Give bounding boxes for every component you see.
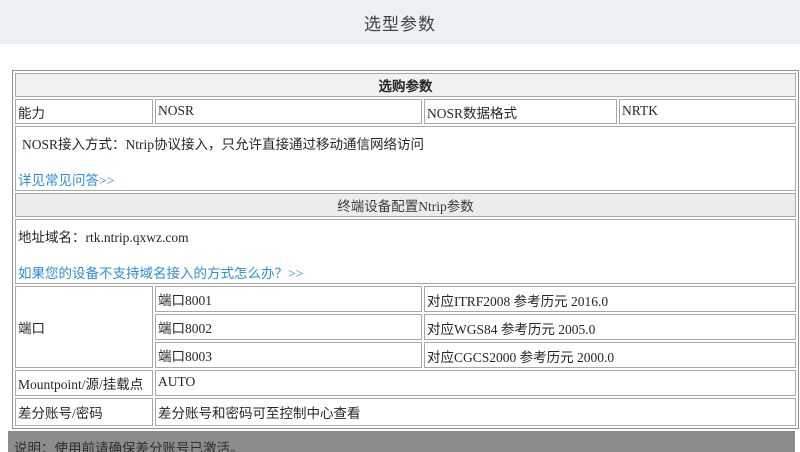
domain-help-link[interactable]: 如果您的设备不支持域名接入的方式怎么办？>> — [18, 266, 303, 281]
page-header-band: 选型参数 — [0, 0, 800, 44]
address-row: 地址域名：rtk.ntrip.qxwz.com 如果您的设备不支持域名接入的方式… — [15, 219, 796, 284]
capability-label-cell: 能力 — [15, 99, 153, 124]
port-8003-cell: 端口8003 — [155, 342, 422, 368]
section-header-row-purchase: 选购参数 — [15, 73, 796, 97]
nosr-access-row: NOSR接入方式：Ntrip协议接入，只允许直接通过移动通信网络访问 详见常见问… — [15, 126, 796, 191]
capability-row: 能力 NOSR NOSR数据格式 NRTK — [15, 99, 796, 124]
nosr-access-text: NOSR接入方式：Ntrip协议接入，只允许直接通过移动通信网络访问 — [18, 133, 793, 153]
page-title: 选型参数 — [364, 10, 436, 35]
account-value-cell: 差分账号和密码可至控制中心查看 — [155, 398, 796, 426]
nosr-access-cell: NOSR接入方式：Ntrip协议接入，只允许直接通过移动通信网络访问 详见常见问… — [15, 126, 796, 191]
activation-note: 说明：使用前请确保差分账号已激活。 — [8, 431, 795, 452]
address-cell: 地址域名：rtk.ntrip.qxwz.com 如果您的设备不支持域名接入的方式… — [15, 219, 796, 284]
faq-link[interactable]: 详见常见问答>> — [18, 173, 114, 188]
port-label-cell: 端口 — [15, 286, 153, 368]
mountpoint-row: Mountpoint/源/挂载点 AUTO — [15, 370, 796, 396]
section-header-row-ntrip: 终端设备配置Ntrip参数 — [15, 193, 796, 217]
port-8001-cell: 端口8001 — [155, 286, 422, 312]
nosr-cell: NOSR — [155, 99, 422, 124]
mountpoint-value-cell: AUTO — [155, 370, 796, 396]
mountpoint-label-cell: Mountpoint/源/挂载点 — [15, 370, 153, 396]
port-8002-desc-cell: 对应WGS84 参考历元 2005.0 — [424, 314, 796, 340]
account-label-cell: 差分账号/密码 — [15, 398, 153, 426]
port-8003-desc-cell: 对应CGCS2000 参考历元 2000.0 — [424, 342, 796, 368]
nosr-format-cell: NOSR数据格式 — [424, 99, 617, 124]
section-header-ntrip-params: 终端设备配置Ntrip参数 — [15, 193, 796, 217]
parameters-content: 选购参数 能力 NOSR NOSR数据格式 NRTK NOSR接入方式：Ntri… — [0, 70, 800, 452]
port-8001-desc-cell: 对应ITRF2008 参考历元 2016.0 — [424, 286, 796, 312]
port-row-8001: 端口 端口8001 对应ITRF2008 参考历元 2016.0 — [15, 286, 796, 312]
parameters-table: 选购参数 能力 NOSR NOSR数据格式 NRTK NOSR接入方式：Ntri… — [12, 70, 799, 429]
account-row: 差分账号/密码 差分账号和密码可至控制中心查看 — [15, 398, 796, 426]
address-domain-text: 地址域名：rtk.ntrip.qxwz.com — [18, 226, 793, 246]
nrtk-cell: NRTK — [619, 99, 796, 124]
section-header-purchase-params: 选购参数 — [15, 73, 796, 97]
port-8002-cell: 端口8002 — [155, 314, 422, 340]
